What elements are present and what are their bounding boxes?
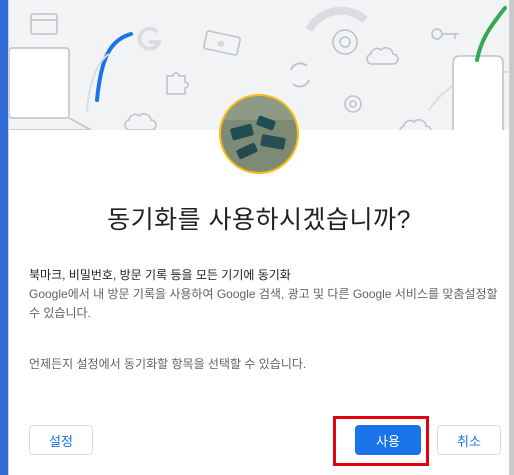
phone-icon <box>452 55 504 130</box>
background-window-strip <box>0 0 8 475</box>
window-icon <box>30 13 58 35</box>
sync-dialog: ✲ 동기화를 사용하시겠습니까? 북마크, 비밀번호, 방문 기록 등을 모든 … <box>8 0 510 475</box>
sync-icon <box>290 62 310 88</box>
chrome-icon <box>305 6 368 55</box>
dialog-title: 동기화를 사용하시겠습니까? <box>107 206 411 234</box>
green-arc <box>475 6 507 62</box>
gear-icon <box>344 95 362 113</box>
sync-heading: 북마크, 비밀번호, 방문 기록 등을 모든 기기에 동기화 <box>29 268 291 282</box>
ticket-icon: ✲ <box>203 30 241 56</box>
settings-note: 언제든지 설정에서 동기화할 항목을 선택할 수 있습니다. <box>29 357 307 371</box>
highlight-box <box>333 416 429 466</box>
svg-text:✲: ✲ <box>217 40 225 50</box>
key-icon <box>431 28 459 40</box>
sync-description-block: 북마크, 비밀번호, 방문 기록 등을 모든 기기에 동기화 Google에서 … <box>29 266 499 323</box>
laptop-icon <box>9 47 92 130</box>
cancel-button[interactable]: 취소 <box>437 425 501 455</box>
google-g-icon <box>137 26 162 51</box>
extension-puzzle-icon <box>166 72 189 95</box>
sync-description: Google에서 내 방문 기록을 사용하여 Google 검색, 광고 및 다… <box>29 287 498 320</box>
avatar <box>221 96 297 172</box>
settings-button[interactable]: 설정 <box>29 425 93 455</box>
blue-arc <box>95 32 133 102</box>
